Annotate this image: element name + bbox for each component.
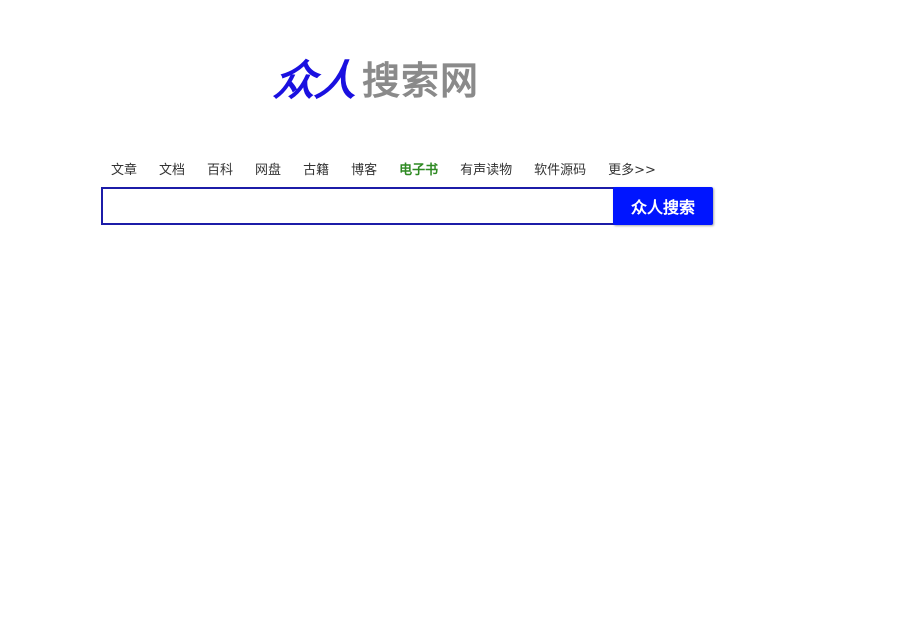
tab-more[interactable]: 更多>>: [608, 160, 656, 182]
site-logo[interactable]: 众人 搜索网: [271, 56, 480, 105]
tab-articles[interactable]: 文章: [111, 160, 137, 182]
logo-text-primary: 众人: [271, 56, 359, 105]
tab-audiobooks[interactable]: 有声读物: [460, 160, 512, 182]
tab-netdisk[interactable]: 网盘: [255, 160, 281, 182]
tab-software-source[interactable]: 软件源码: [534, 160, 586, 182]
page: 众人 搜索网 文章 文档 百科 网盘 古籍 博客 电子书 有声读物 软件源码 更…: [0, 0, 904, 617]
search-input[interactable]: [101, 187, 621, 225]
logo-text-secondary: 搜索网: [362, 59, 480, 103]
tab-ebooks[interactable]: 电子书: [399, 160, 438, 182]
tab-ancient-books[interactable]: 古籍: [303, 160, 329, 182]
tab-documents[interactable]: 文档: [159, 160, 185, 182]
search-category-tabs: 文章 文档 百科 网盘 古籍 博客 电子书 有声读物 软件源码 更多>>: [100, 160, 667, 182]
tab-encyclopedia[interactable]: 百科: [207, 160, 233, 182]
tab-blogs[interactable]: 博客: [351, 160, 377, 182]
search-button[interactable]: 众人搜索: [613, 187, 713, 225]
